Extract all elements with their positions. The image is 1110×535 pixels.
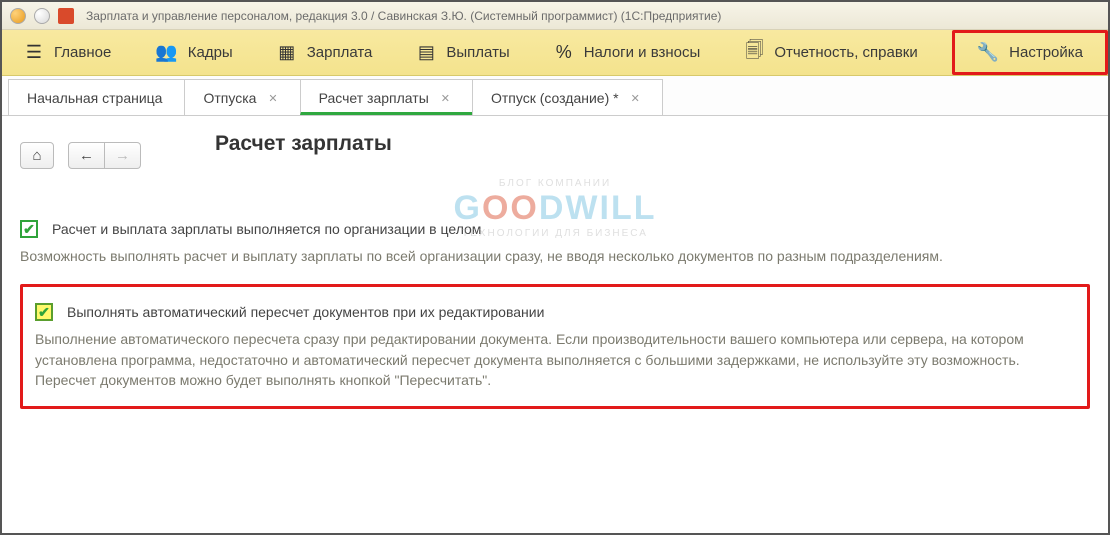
menu-label: Главное (54, 44, 111, 61)
menu-label: Выплаты (446, 44, 509, 61)
forward-button[interactable]: → (105, 142, 141, 169)
menu-label: Отчетность, справки (774, 44, 917, 61)
window-titlebar: Зарплата и управление персоналом, редакц… (2, 2, 1108, 30)
menu-label: Зарплата (307, 44, 373, 61)
document-icon: 🗐 (744, 38, 764, 68)
page-content: БЛОГ КОМПАНИИ GOODWILL ТЕХНОЛОГИИ ДЛЯ БИ… (2, 116, 1108, 421)
window-minimize-icon[interactable] (34, 8, 50, 24)
people-icon: 👥 (155, 42, 177, 63)
menu-taxes[interactable]: % Налоги и взносы (532, 30, 723, 75)
wrench-icon: 🔧 (977, 42, 999, 63)
back-button[interactable]: ← (68, 142, 105, 169)
app-icon (58, 8, 74, 24)
close-icon[interactable]: ✕ (441, 92, 450, 105)
list-icon: ▤ (416, 42, 436, 63)
menu-label: Настройка (1009, 44, 1083, 61)
menu-icon: ☰ (24, 42, 44, 63)
tab-strip: Начальная страница Отпуска ✕ Расчет зарп… (2, 76, 1108, 116)
menu-payments[interactable]: ▤ Выплаты (394, 30, 531, 75)
tab-vacation-create[interactable]: Отпуск (создание) * ✕ (472, 79, 663, 115)
checkbox-checked-icon[interactable]: ✔ (20, 220, 38, 238)
tab-label: Отпуска (203, 90, 256, 106)
page-title: Расчет зарплаты (215, 132, 392, 156)
menu-label: Налоги и взносы (584, 44, 701, 61)
calculator-icon: ▦ (277, 42, 297, 63)
menu-settings[interactable]: 🔧 Настройка (952, 30, 1108, 75)
menu-salary[interactable]: ▦ Зарплата (255, 30, 395, 75)
highlighted-option: ✔ Выполнять автоматический пересчет доку… (20, 284, 1090, 409)
close-icon[interactable]: ✕ (631, 92, 640, 105)
window-close-icon[interactable] (10, 8, 26, 24)
window-title: Зарплата и управление персоналом, редакц… (86, 9, 721, 23)
option-description: Возможность выполнять расчет и выплату з… (20, 246, 1040, 266)
close-icon[interactable]: ✕ (268, 92, 277, 105)
checkbox-checked-icon[interactable]: ✔ (35, 303, 53, 321)
nav-toolbar: ⌂ ← → Расчет зарплаты (20, 128, 1090, 182)
option-org-wide[interactable]: ✔ Расчет и выплата зарплаты выполняется … (20, 220, 1090, 238)
option-auto-recalc[interactable]: ✔ Выполнять автоматический пересчет доку… (35, 303, 1075, 321)
option-label: Расчет и выплата зарплаты выполняется по… (52, 220, 481, 237)
option-description: Выполнение автоматического пересчета сра… (35, 329, 1055, 390)
option-label: Выполнять автоматический пересчет докуме… (67, 303, 544, 320)
menu-reports[interactable]: 🗐 Отчетность, справки (722, 30, 939, 75)
percent-icon: % (554, 42, 574, 63)
tab-vacations[interactable]: Отпуска ✕ (184, 79, 300, 115)
main-menu: ☰ Главное 👥 Кадры ▦ Зарплата ▤ Выплаты %… (2, 30, 1108, 76)
menu-label: Кадры (188, 44, 233, 61)
menu-personnel[interactable]: 👥 Кадры (133, 30, 254, 75)
tab-label: Начальная страница (27, 90, 162, 106)
tab-label: Отпуск (создание) * (491, 90, 619, 106)
menu-main[interactable]: ☰ Главное (2, 30, 133, 75)
tab-salary-calc[interactable]: Расчет зарплаты ✕ (300, 79, 473, 115)
home-button[interactable]: ⌂ (20, 142, 54, 169)
tab-label: Расчет зарплаты (319, 90, 429, 106)
tab-home[interactable]: Начальная страница (8, 79, 185, 115)
